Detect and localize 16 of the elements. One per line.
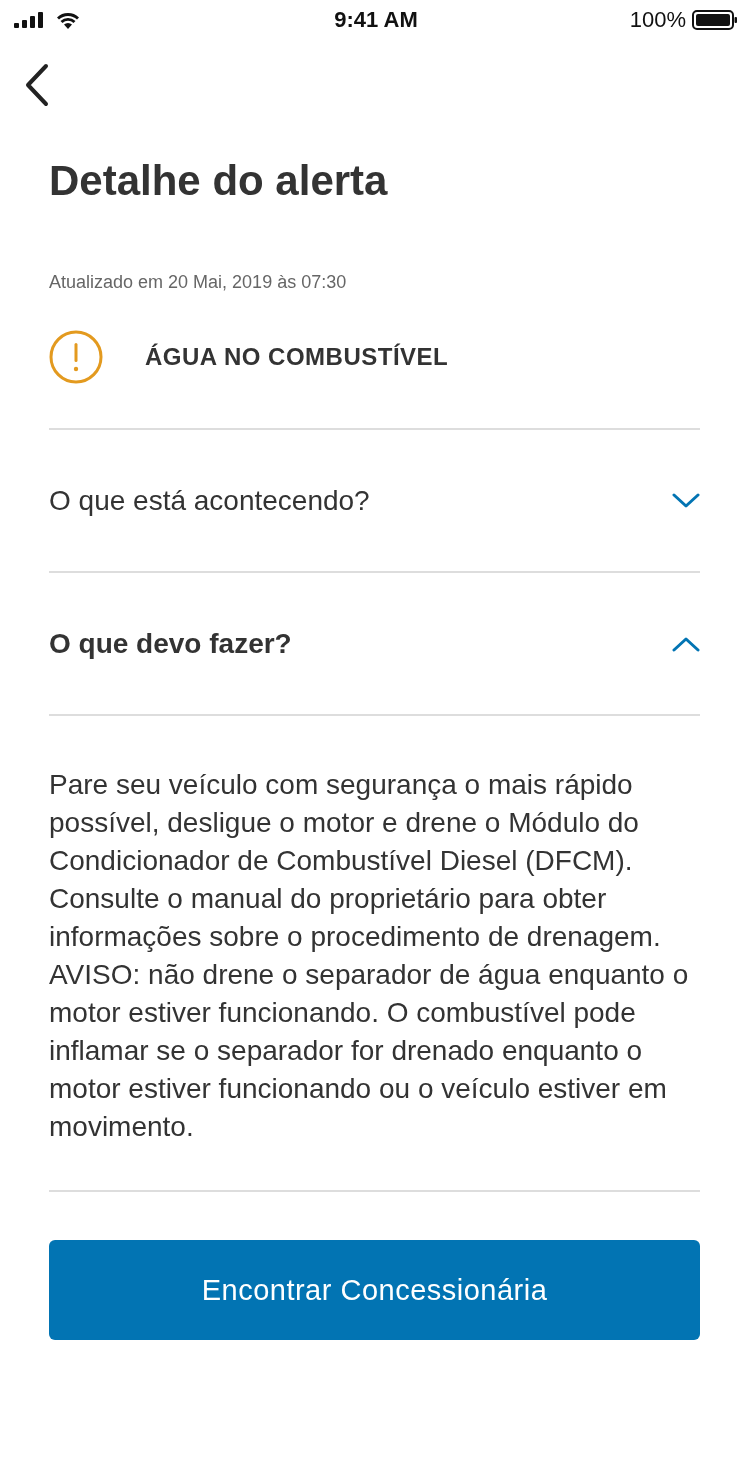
question-text: O que devo fazer?: [49, 627, 292, 660]
find-dealer-button[interactable]: Encontrar Concessionária: [49, 1240, 700, 1340]
question-text: O que está acontecendo?: [49, 484, 370, 517]
accordion-header[interactable]: O que está acontecendo?: [49, 430, 700, 573]
chevron-icon: [672, 492, 700, 509]
answer-paragraph: Pare seu veículo com segurança o mais rápido possível, desligue o motor e drene o Módulo do Condicionador de Combustível Diesel (DFCM). Consulte o manual do proprietário para obter informações sobre o procedimento de drenagem. AVISO: não drene o separador de água enquanto o motor estiver funcionando. O combustível pode inflamar se o separador for drenado enquanto o motor estiver funcionando ou o veículo estiver em movimento.: [49, 768, 690, 1144]
alert-title: ÁGUA NO COMBUSTÍVEL: [145, 343, 449, 371]
battery-percent: 100%: [629, 7, 686, 33]
chevron-icon: [672, 635, 700, 652]
page-title: Detalhe do alerta: [49, 156, 389, 206]
wifi-icon: [56, 11, 80, 29]
warning-icon: [49, 330, 103, 384]
accordion-header[interactable]: O que devo fazer?: [49, 573, 700, 716]
battery-icon: [692, 10, 738, 30]
updated-text: Atualizado em 20 Mai, 2019 às 07:30: [49, 271, 348, 294]
status-time: 9:41 AM: [334, 7, 418, 33]
